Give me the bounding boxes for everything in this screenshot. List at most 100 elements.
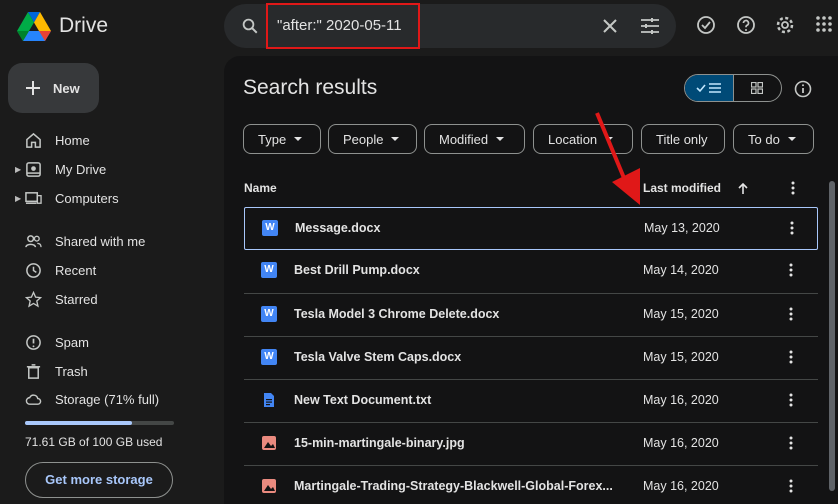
sidebar-item-label: Storage (71% full) (55, 392, 160, 407)
file-name[interactable]: Martingale-Trading-Strategy-Blackwell-Gl… (294, 479, 613, 493)
filter-label: People (343, 131, 384, 147)
search-icon[interactable] (241, 17, 259, 35)
sidebar-item-computers[interactable]: ▶ Computers (0, 184, 210, 212)
ready-for-offline-icon[interactable] (696, 15, 716, 35)
page-title: Search results (243, 76, 378, 99)
sidebar-item-label: Spam (55, 335, 89, 350)
sidebar-item-storage[interactable]: Storage (71% full) (0, 385, 210, 413)
file-name[interactable]: 15-min-martingale-binary.jpg (294, 436, 465, 450)
file-name[interactable]: Message.docx (295, 221, 380, 235)
file-name[interactable]: Tesla Valve Stem Caps.docx (294, 350, 461, 364)
file-modified-date: May 15, 2020 (643, 350, 719, 364)
sidebar-item-label: My Drive (55, 162, 107, 177)
file-modified-date: May 15, 2020 (643, 307, 719, 321)
word-file-icon: W (261, 262, 277, 278)
file-row[interactable]: 15-min-martingale-binary.jpg May 16, 202… (244, 422, 818, 465)
drive-logo-icon (17, 12, 51, 41)
app-name: Drive (59, 14, 109, 37)
expand-caret-icon[interactable]: ▶ (15, 165, 21, 174)
filter-label: Title only (656, 131, 708, 147)
my-drive-icon (26, 162, 41, 177)
sidebar-item-label: Trash (55, 364, 88, 379)
file-row[interactable]: W Tesla Model 3 Chrome Delete.docx May 1… (244, 293, 818, 336)
more-vert-icon[interactable] (791, 181, 795, 195)
main-panel: Search results Type People Modified Loca… (224, 56, 838, 504)
filter-label: Modified (439, 131, 489, 147)
info-icon[interactable] (794, 80, 812, 98)
file-row[interactable]: W Best Drill Pump.docx May 14, 2020 (244, 250, 818, 293)
trash-icon (26, 364, 41, 379)
image-file-icon (262, 479, 276, 493)
new-button[interactable]: New (8, 63, 99, 113)
sidebar-item-trash[interactable]: Trash (0, 357, 210, 385)
sidebar-item-recent[interactable]: Recent (0, 256, 210, 284)
plus-icon (26, 81, 40, 95)
search-bar[interactable]: "after:" 2020-05-11 (224, 3, 676, 49)
expand-caret-icon[interactable]: ▶ (15, 194, 21, 203)
search-options-icon[interactable] (640, 18, 660, 34)
new-button-label: New (53, 80, 80, 96)
sidebar-item-label: Shared with me (55, 234, 146, 249)
file-name[interactable]: Best Drill Pump.docx (294, 263, 420, 277)
sort-arrow-up-icon[interactable] (737, 182, 749, 195)
file-row[interactable]: New Text Document.txt May 16, 2020 (244, 379, 818, 422)
get-more-storage-button[interactable]: Get more storage (25, 462, 173, 498)
more-vert-icon[interactable] (789, 436, 793, 450)
star-icon (25, 291, 42, 308)
drive-logo[interactable]: Drive (16, 10, 108, 42)
spam-icon (26, 335, 41, 350)
file-modified-date: May 14, 2020 (643, 263, 719, 277)
file-row[interactable]: W Message.docx May 13, 2020 (244, 207, 818, 250)
sidebar-item-spam[interactable]: Spam (0, 328, 210, 356)
search-input[interactable]: "after:" 2020-05-11 (266, 3, 420, 49)
close-icon[interactable] (602, 18, 618, 34)
more-vert-icon[interactable] (789, 479, 793, 493)
chevron-down-icon (787, 137, 796, 141)
view-toggle[interactable] (684, 74, 782, 102)
file-modified-date: May 16, 2020 (643, 479, 719, 493)
text-document-icon (264, 393, 274, 407)
file-modified-date: May 16, 2020 (643, 393, 719, 407)
file-modified-date: May 16, 2020 (643, 436, 719, 450)
filter-people[interactable]: People (328, 124, 417, 154)
column-header-name[interactable]: Name (244, 181, 277, 195)
filter-label: Type (258, 131, 287, 147)
sidebar-item-label: Recent (55, 263, 97, 278)
sidebar-item-my-drive[interactable]: ▶ My Drive (0, 155, 210, 183)
help-icon[interactable] (736, 15, 756, 35)
more-vert-icon[interactable] (789, 393, 793, 407)
column-header-last-modified[interactable]: Last modified (643, 181, 721, 195)
apps-grid-icon[interactable] (815, 15, 833, 33)
grid-view-button[interactable] (732, 75, 782, 101)
cloud-icon (25, 394, 42, 405)
settings-gear-icon[interactable] (775, 15, 795, 35)
storage-progress-fill (25, 421, 132, 425)
chevron-down-icon (294, 137, 303, 141)
more-vert-icon[interactable] (789, 350, 793, 364)
word-file-icon: W (262, 220, 278, 236)
file-row[interactable]: W Tesla Valve Stem Caps.docx May 15, 202… (244, 336, 818, 379)
filter-to-do[interactable]: To do (733, 124, 814, 154)
sidebar-item-starred[interactable]: Starred (0, 285, 210, 313)
file-name[interactable]: Tesla Model 3 Chrome Delete.docx (294, 307, 499, 321)
file-name[interactable]: New Text Document.txt (294, 393, 431, 407)
sidebar-item-home[interactable]: Home (0, 126, 210, 154)
filter-label: Location (548, 131, 598, 147)
chevron-down-icon (391, 137, 400, 141)
sidebar-item-shared-with-me[interactable]: Shared with me (0, 227, 210, 255)
filter-modified[interactable]: Modified (424, 124, 525, 154)
filter-location[interactable]: Location (533, 124, 633, 154)
more-vert-icon[interactable] (789, 307, 793, 321)
filter-title-only[interactable]: Title only (641, 124, 725, 154)
grid-view-icon (751, 82, 764, 94)
filter-type[interactable]: Type (243, 124, 321, 154)
computers-icon (25, 192, 42, 204)
storage-used-text: 71.61 GB of 100 GB used (25, 435, 163, 449)
file-row[interactable]: Martingale-Trading-Strategy-Blackwell-Gl… (244, 465, 818, 504)
image-file-icon (262, 436, 276, 450)
list-view-button[interactable] (685, 75, 733, 101)
home-icon (26, 132, 41, 148)
scrollbar[interactable] (829, 181, 835, 491)
more-vert-icon[interactable] (790, 221, 794, 235)
more-vert-icon[interactable] (789, 263, 793, 277)
